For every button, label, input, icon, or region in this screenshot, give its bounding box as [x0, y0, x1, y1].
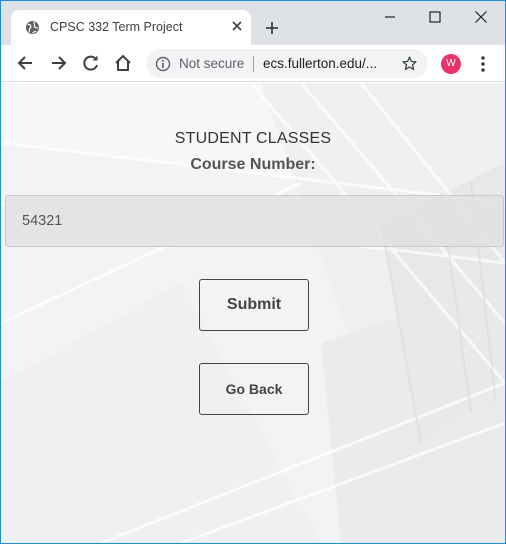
tab-strip: CPSC 332 Term Project	[1, 1, 505, 45]
submit-button[interactable]: Submit	[199, 279, 309, 331]
info-icon[interactable]	[155, 56, 171, 72]
course-number-input[interactable]	[5, 195, 504, 247]
close-icon[interactable]	[229, 18, 245, 34]
page-title: STUDENT CLASSES	[174, 130, 332, 147]
security-label: Not secure	[179, 56, 245, 71]
forward-arrow-icon[interactable]	[49, 53, 69, 73]
home-icon[interactable]	[113, 53, 133, 73]
omnibox-separator	[253, 56, 254, 72]
page-content: STUDENT CLASSES Course Number: Submit Go…	[1, 83, 505, 543]
globe-icon	[25, 20, 40, 35]
reload-icon[interactable]	[81, 53, 101, 73]
star-icon[interactable]	[401, 55, 418, 72]
tab-title: CPSC 332 Term Project	[50, 20, 183, 34]
browser-tab[interactable]: CPSC 332 Term Project	[11, 10, 251, 45]
avatar[interactable]: W	[441, 54, 461, 74]
menu-icon[interactable]	[477, 54, 489, 74]
maximize-icon[interactable]	[427, 9, 443, 25]
minimize-icon[interactable]	[382, 9, 398, 25]
browser-window: CPSC 332 Term Project Not secure ecs.ful…	[1, 1, 505, 543]
address-bar[interactable]: Not secure ecs.fullerton.edu/...	[146, 49, 428, 78]
close-window-icon[interactable]	[473, 9, 489, 25]
go-back-button[interactable]: Go Back	[199, 363, 309, 415]
course-number-label: Course Number:	[190, 156, 316, 173]
back-arrow-icon[interactable]	[15, 53, 35, 73]
url-text[interactable]: ecs.fullerton.edu/...	[263, 56, 377, 71]
plus-icon[interactable]	[264, 20, 280, 36]
browser-toolbar: Not secure ecs.fullerton.edu/... W	[1, 45, 505, 82]
